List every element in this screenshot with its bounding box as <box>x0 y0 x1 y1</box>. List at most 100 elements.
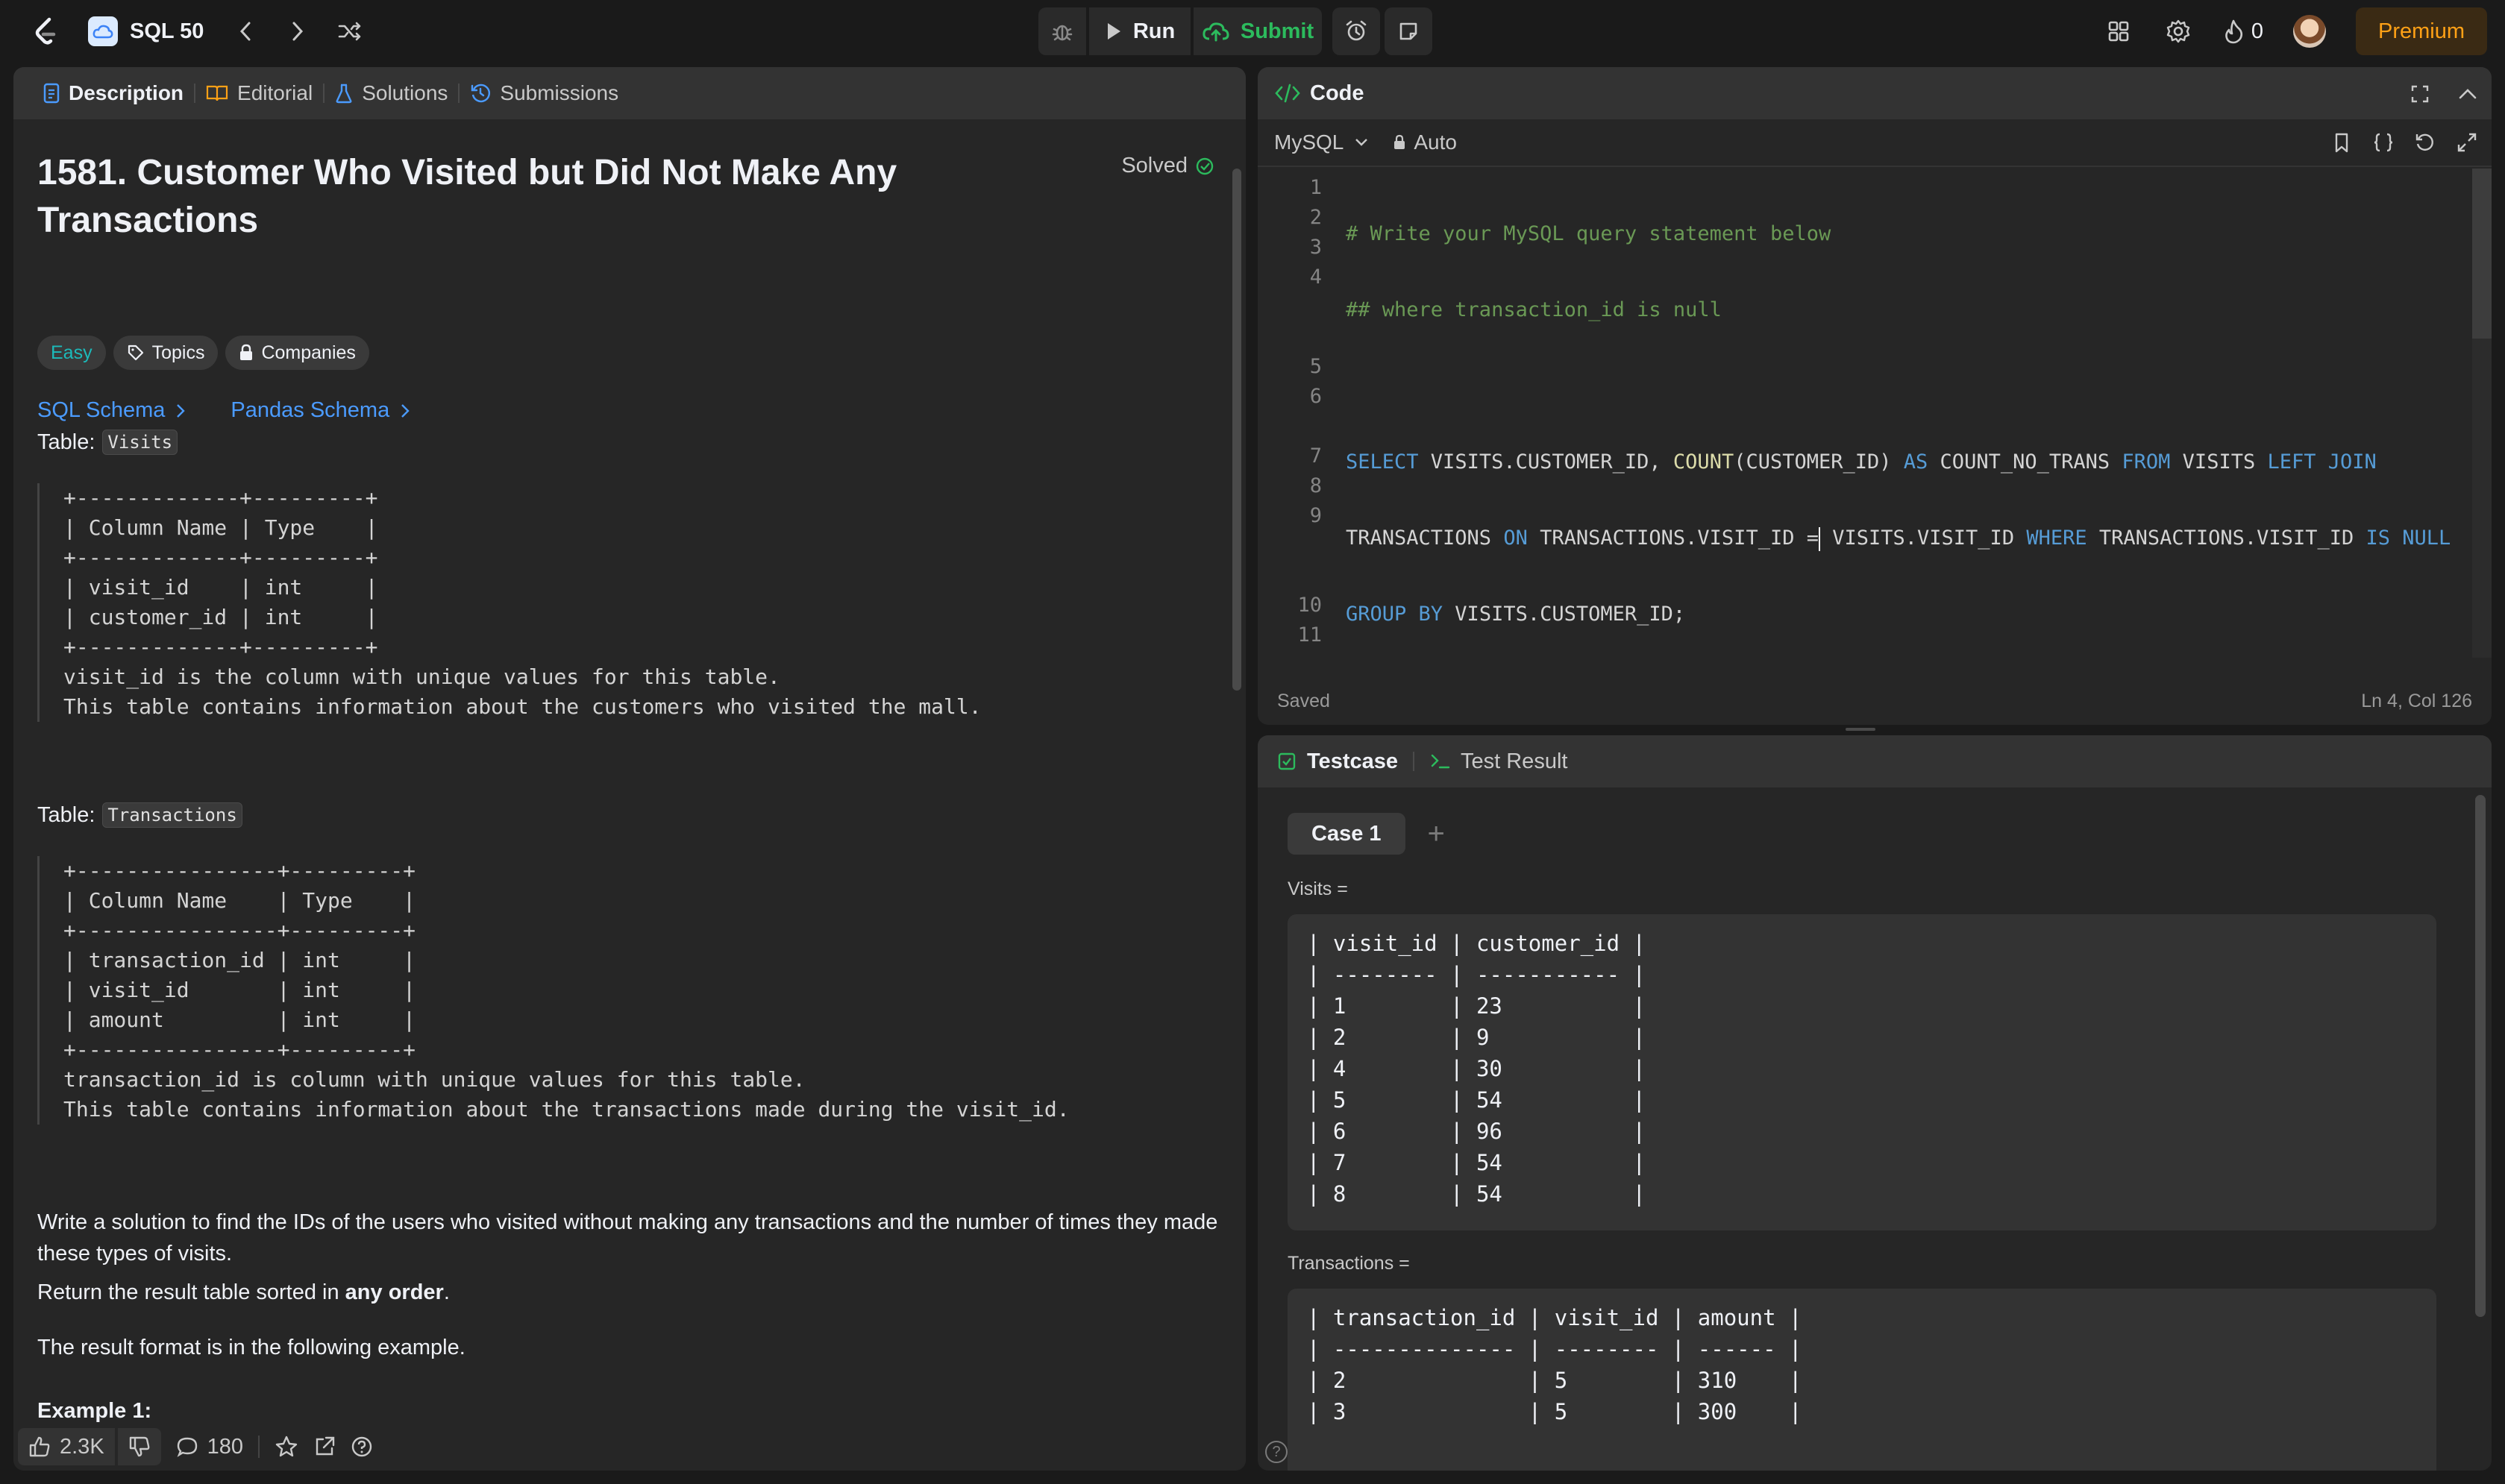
tab-testcase[interactable]: Testcase <box>1277 749 1398 774</box>
lock-icon <box>1394 134 1405 149</box>
shuffle-icon[interactable] <box>332 13 368 49</box>
leetcode-logo-icon[interactable] <box>27 13 64 50</box>
format-note: The result format is in the following ex… <box>37 1336 465 1359</box>
editor-status-bar: Saved Ln 4, Col 126 <box>1258 677 2492 725</box>
streak-counter[interactable]: 0 <box>2223 19 2263 44</box>
auto-label: Auto <box>1414 131 1457 154</box>
line-number <box>1258 531 1322 561</box>
editor-scrollbar-thumb[interactable] <box>2472 169 2492 339</box>
add-case-plus-icon[interactable]: + <box>1428 817 1445 851</box>
table-name-transactions: Transactions <box>102 802 242 828</box>
dislike-button[interactable] <box>116 1428 161 1465</box>
code-header-actions <box>2410 84 2478 104</box>
line-number-gutter: 1 2 3 4 5 6 7 8 9 10 11 <box>1258 173 1322 650</box>
flask-icon <box>336 84 352 104</box>
topics-tag[interactable]: Topics <box>113 336 219 370</box>
pandas-schema-label: Pandas Schema <box>231 398 390 422</box>
problem-title-line-1: 1581. Customer Who Visited but Did Not M… <box>37 153 897 192</box>
layout-grid-icon[interactable] <box>2104 16 2134 46</box>
line-number: 10 <box>1297 594 1322 617</box>
table-label: Table: <box>37 430 95 454</box>
chevron-right-icon <box>401 403 410 418</box>
code-line: GROUP BY VISITS.CUSTOMER_ID; <box>1346 603 1686 626</box>
ordering-note-text: Return the result table sorted in <box>37 1280 345 1304</box>
visits-input-box[interactable]: | visit_id | customer_id | | -------- | … <box>1288 914 2436 1230</box>
like-button[interactable]: 2.3K <box>18 1428 115 1465</box>
notes-icon[interactable] <box>1385 7 1432 55</box>
help-question-icon[interactable] <box>351 1436 373 1458</box>
debug-bug-icon[interactable] <box>1038 7 1086 55</box>
case-1-tab[interactable]: Case 1 <box>1288 813 1405 855</box>
study-plan-button[interactable]: SQL 50 <box>81 16 211 46</box>
premium-button[interactable]: Premium <box>2355 7 2487 55</box>
cursor-position: Ln 4, Col 126 <box>2361 690 2472 711</box>
format-braces-icon[interactable] <box>2372 131 2395 154</box>
problem-description: 1581. Customer Who Visited but Did Not M… <box>37 149 1217 1423</box>
pandas-schema-link[interactable]: Pandas Schema <box>231 398 410 423</box>
sql-schema-label: SQL Schema <box>37 398 166 422</box>
problem-statement: Write a solution to find the IDs of the … <box>37 1210 1218 1266</box>
editor-actions <box>2330 131 2478 154</box>
save-status: Saved <box>1277 690 1330 711</box>
tab-testcase-label: Testcase <box>1307 749 1398 773</box>
share-external-icon[interactable] <box>313 1436 336 1458</box>
testcase-scrollbar[interactable] <box>2475 795 2486 1317</box>
prev-problem-button[interactable] <box>228 13 263 49</box>
cloud-upload-icon <box>1203 22 1229 42</box>
top-bar: SQL 50 Run Submit 0 Premium <box>0 0 2505 63</box>
sql-schema-link[interactable]: SQL Schema <box>37 398 186 423</box>
thumbs-up-icon <box>29 1436 50 1457</box>
run-button[interactable]: Run <box>1089 7 1191 55</box>
tab-solutions[interactable]: Solutions <box>325 81 458 105</box>
companies-tag[interactable]: Companies <box>225 336 369 370</box>
description-scrollbar[interactable] <box>1232 169 1241 691</box>
topics-label: Topics <box>151 342 205 363</box>
user-avatar[interactable] <box>2292 15 2326 48</box>
comments-button[interactable]: 180 <box>176 1435 243 1459</box>
study-plan-label: SQL 50 <box>130 19 204 43</box>
maximize-icon[interactable] <box>2410 84 2430 104</box>
transactions-input-box[interactable]: | transaction_id | visit_id | amount | |… <box>1288 1289 2436 1471</box>
text-cursor <box>1818 526 1820 551</box>
collapse-up-icon[interactable] <box>2457 84 2478 104</box>
favorite-star-icon[interactable] <box>275 1435 298 1459</box>
tab-divider <box>1413 752 1414 771</box>
settings-gear-icon[interactable] <box>2163 16 2193 46</box>
tag-icon <box>128 345 143 361</box>
next-problem-button[interactable] <box>280 13 316 49</box>
terminal-icon <box>1431 754 1450 769</box>
checkbox-icon <box>1278 752 1296 770</box>
line-number: 4 <box>1309 265 1322 289</box>
expand-icon[interactable] <box>2456 131 2478 154</box>
ordering-note: Return the result table sorted in any or… <box>37 1277 1223 1308</box>
cloud-database-icon <box>88 16 118 46</box>
tab-solutions-label: Solutions <box>362 81 448 104</box>
tab-editorial[interactable]: Editorial <box>195 81 323 105</box>
language-select[interactable]: MySQL <box>1274 131 1369 154</box>
tab-submissions[interactable]: Submissions <box>460 81 629 105</box>
panel-resize-handle[interactable] <box>1846 728 1875 731</box>
companies-label: Companies <box>261 342 356 363</box>
visits-table-heading: Table: Visits <box>37 430 178 455</box>
testcase-tabs: Testcase Test Result <box>1258 735 2492 787</box>
tab-description[interactable]: Description <box>33 81 194 105</box>
alarm-clock-icon[interactable] <box>1332 7 1380 55</box>
code-panel: Code MySQL Auto 1 2 3 4 5 6 7 8 9 10 11 # Write yo… <box>1258 67 2492 725</box>
editor-toolbar: MySQL Auto <box>1258 119 2492 167</box>
case-selector: Case 1 + <box>1288 813 1445 855</box>
language-label: MySQL <box>1274 131 1344 154</box>
tab-test-result[interactable]: Test Result <box>1429 749 1567 774</box>
submit-button[interactable]: Submit <box>1194 7 1322 55</box>
code-editor[interactable]: 1 2 3 4 5 6 7 8 9 10 11 # Write your MySQL query s… <box>1258 169 2492 658</box>
bookmark-icon[interactable] <box>2330 131 2353 154</box>
auto-mode-toggle[interactable]: Auto <box>1393 131 1457 154</box>
fire-icon <box>2225 19 2242 44</box>
problem-title: 1581. Customer Who Visited but Did Not M… <box>37 149 932 245</box>
description-panel: Description Editorial Solutions Submissi… <box>13 67 1246 1471</box>
chevron-right-icon <box>177 403 186 418</box>
history-icon <box>471 84 491 103</box>
line-number: 11 <box>1297 623 1322 647</box>
help-question-icon[interactable]: ? <box>1265 1441 1288 1463</box>
code-header: Code <box>1258 67 2492 119</box>
reset-icon[interactable] <box>2414 131 2436 154</box>
